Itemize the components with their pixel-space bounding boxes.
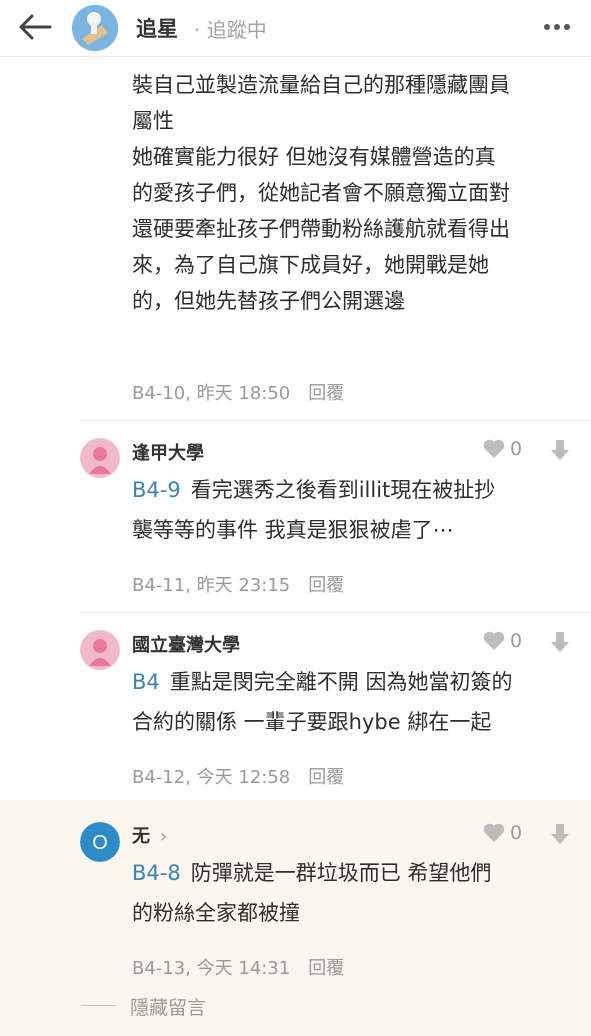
- comment-line: 防彈就是一群垃圾而已 希望他們: [190, 861, 492, 885]
- heart-icon: [483, 631, 505, 650]
- like-button[interactable]: 0: [482, 822, 522, 844]
- heart-icon: [483, 439, 505, 458]
- comment-line: 襲等等的事件 我真是狠狠被虐了⋯: [132, 518, 454, 542]
- reply-button[interactable]: 回覆: [308, 383, 344, 404]
- like-button[interactable]: 0: [482, 438, 522, 460]
- floor-reference-link[interactable]: B4-9: [132, 478, 181, 502]
- back-arrow-icon[interactable]: [16, 12, 54, 42]
- floor-time: B4-13, 今天 14:31: [132, 958, 291, 979]
- more-dots-icon[interactable]: [541, 12, 573, 42]
- floor-time: B4-10, 昨天 18:50: [132, 383, 291, 404]
- hidden-comments-toggle[interactable]: 隱藏留言: [130, 993, 206, 1020]
- heart-icon: [483, 823, 505, 842]
- comment-text: B4-8 防彈就是一群垃圾而已 希望他們 的粉絲全家都被撞: [132, 853, 572, 933]
- comment-line: 屬性: [132, 109, 174, 133]
- reply-button[interactable]: 回覆: [308, 958, 344, 979]
- comment-author[interactable]: 國立臺灣大學: [132, 631, 240, 657]
- comment-text: B4-9 看完選秀之後看到illit現在被扯抄 襲等等的事件 我真是狠狠被虐了⋯: [132, 470, 572, 550]
- comment-author[interactable]: 逢甲大學: [132, 439, 204, 465]
- like-count: 0: [510, 438, 523, 460]
- comment-author[interactable]: 无 ›: [132, 822, 167, 848]
- divider: [80, 420, 591, 421]
- comment-meta: B4-10, 昨天 18:50 回覆: [132, 379, 344, 405]
- comment-meta: B4-11, 昨天 23:15 回覆: [132, 571, 344, 597]
- downvote-arrow-icon[interactable]: [550, 439, 570, 461]
- comment-body: 裝自己並製造流量給自己的那種隱藏團員 屬性 她確實能力很好 但她沒有媒體營造的真…: [132, 67, 572, 319]
- comment-text: B4 重點是閔完全離不開 因為她當初簽的 合約的關係 一輩子要跟hybe 綁在一起: [132, 662, 572, 742]
- comment-meta: B4-13, 今天 14:31 回覆: [132, 954, 344, 980]
- reply-button[interactable]: 回覆: [308, 575, 344, 596]
- comment-line: 的愛孩子們，從她記者會不願意獨立面對: [132, 181, 510, 205]
- top-bar: 追星 · 追蹤中: [0, 0, 591, 57]
- comment-line: 裝自己並製造流量給自己的那種隱藏團員: [132, 73, 510, 97]
- chevron-right-icon: ›: [160, 826, 168, 847]
- floor-time: B4-11, 昨天 23:15: [132, 575, 291, 596]
- comment-line: 來，為了自己旗下成員好，她開戰是她: [132, 253, 489, 277]
- downvote-arrow-icon[interactable]: [550, 631, 570, 653]
- comment-line: 重點是閔完全離不開 因為她當初簽的: [169, 670, 513, 694]
- comment-line: 的，但她先替孩子們公開選邊: [132, 289, 405, 313]
- comment-meta: B4-12, 今天 12:58 回覆: [132, 763, 344, 789]
- user-avatar[interactable]: O: [80, 822, 120, 862]
- floor-reference-link[interactable]: B4-8: [132, 861, 181, 885]
- author-name: 无: [132, 826, 150, 847]
- comment-line: 她確實能力很好 但她沒有媒體營造的真: [132, 145, 496, 169]
- like-count: 0: [510, 630, 523, 652]
- comment-line: 合約的關係 一輩子要跟hybe 綁在一起: [132, 710, 492, 734]
- reply-button[interactable]: 回覆: [308, 767, 344, 788]
- floor-time: B4-12, 今天 12:58: [132, 767, 291, 788]
- like-button[interactable]: 0: [482, 630, 522, 652]
- like-count: 0: [510, 822, 523, 844]
- floor-reference-link[interactable]: B4: [132, 670, 160, 694]
- comment-line: 還硬要牽扯孩子們帶動粉絲護航就看得出: [132, 217, 510, 241]
- comment-line: 看完選秀之後看到illit現在被扯抄: [190, 478, 496, 502]
- follow-status[interactable]: · 追蹤中: [194, 14, 267, 43]
- downvote-arrow-icon[interactable]: [550, 823, 570, 845]
- avatar-letter: O: [92, 832, 108, 854]
- user-avatar[interactable]: [80, 630, 120, 670]
- comment-line: 的粉絲全家都被撞: [132, 901, 300, 925]
- divider: [82, 1005, 116, 1006]
- board-avatar[interactable]: [72, 5, 118, 51]
- divider: [80, 612, 591, 613]
- board-title[interactable]: 追星: [136, 13, 178, 43]
- user-avatar[interactable]: [80, 438, 120, 478]
